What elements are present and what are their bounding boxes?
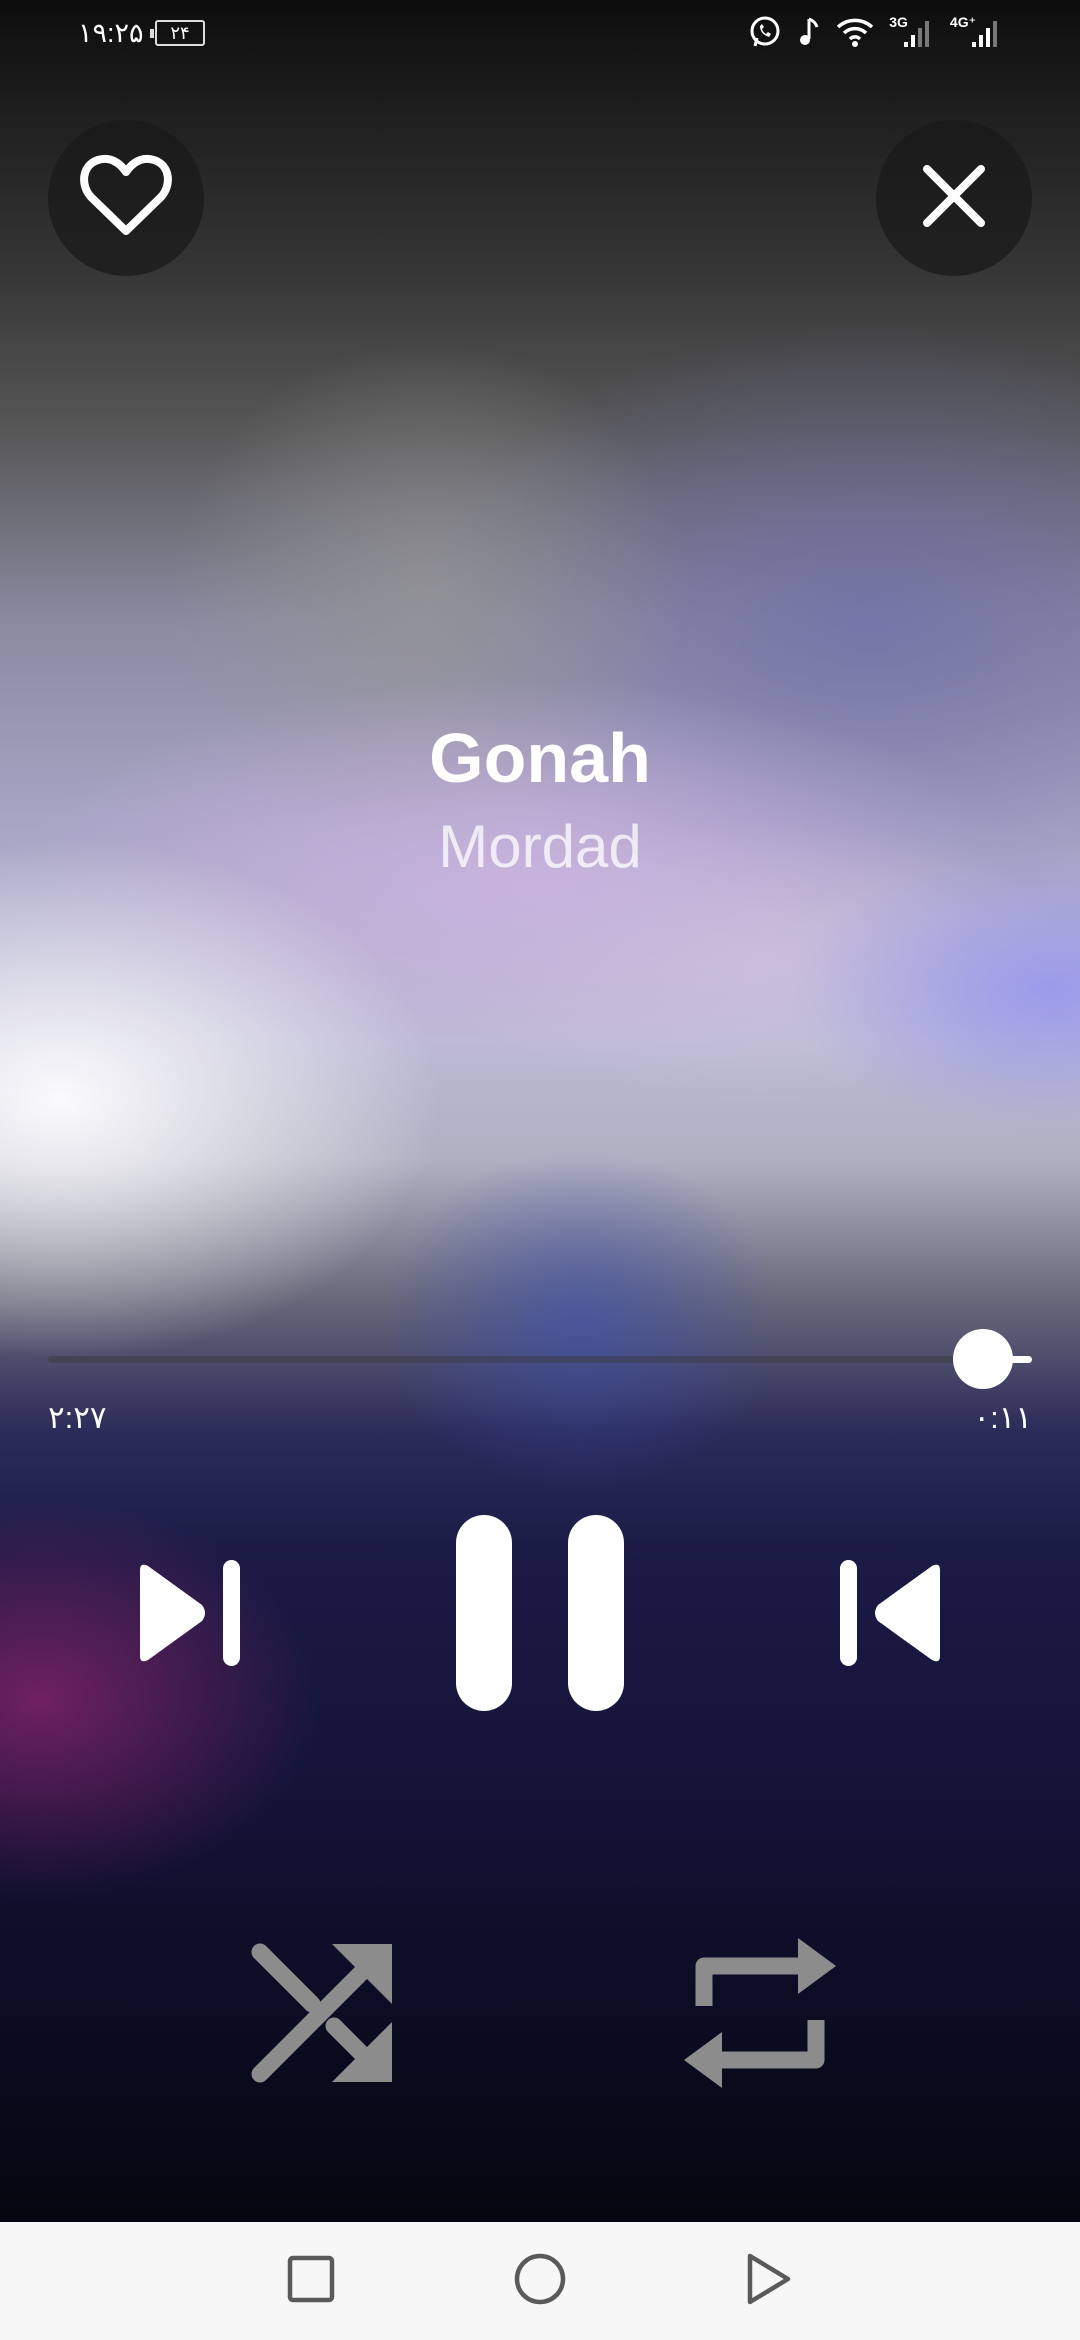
home-button[interactable] [503,2244,577,2318]
close-button[interactable] [876,120,1032,276]
track-artist: Mordad [438,813,642,880]
whatsapp-icon [747,14,783,50]
total-duration: ۲:۲۷ [48,1400,107,1435]
pause-button[interactable] [440,1510,640,1720]
seek-bar[interactable] [48,1329,1032,1389]
heart-outline-icon [78,151,174,246]
album-art-blurred-background [0,0,1080,2222]
music-note-icon [797,15,821,49]
home-icon [513,2252,567,2311]
seek-bar-track [48,1356,1032,1363]
status-icons: 3G 4G⁺ [747,14,1004,50]
recents-button[interactable] [274,2244,348,2318]
network-type-4g: 4G⁺ [949,13,976,30]
repeat-icon [680,1928,840,2103]
previous-track-button[interactable] [815,1550,965,1680]
shuffle-icon [250,1938,400,2093]
back-button[interactable] [732,2244,806,2318]
shuffle-button[interactable] [240,1930,410,2100]
status-time: ۱۹:۲۵ [78,18,144,48]
previous-icon [834,1558,946,1673]
seek-bar-thumb[interactable] [952,1329,1013,1389]
close-icon [921,163,987,234]
system-navigation-bar [0,2222,1080,2340]
pause-icon [454,1513,626,1718]
wifi-icon [835,16,875,48]
status-bar: ۱۹:۲۵ ۲۴ 3G 4G⁺ [0,0,1080,70]
back-icon [744,2252,794,2311]
signal-4g-icon: 4G⁺ [949,13,1004,49]
like-button[interactable] [48,120,204,276]
next-icon [134,1558,246,1673]
recents-icon [286,2254,336,2309]
repeat-button[interactable] [665,1920,855,2110]
signal-3g-icon: 3G [889,14,936,49]
next-track-button[interactable] [115,1550,265,1680]
network-type-3g: 3G [889,14,908,30]
elapsed-time: ۰:۱۱ [973,1400,1032,1435]
battery-indicator: ۲۴ [150,20,205,46]
track-title: Gonah [429,719,651,797]
